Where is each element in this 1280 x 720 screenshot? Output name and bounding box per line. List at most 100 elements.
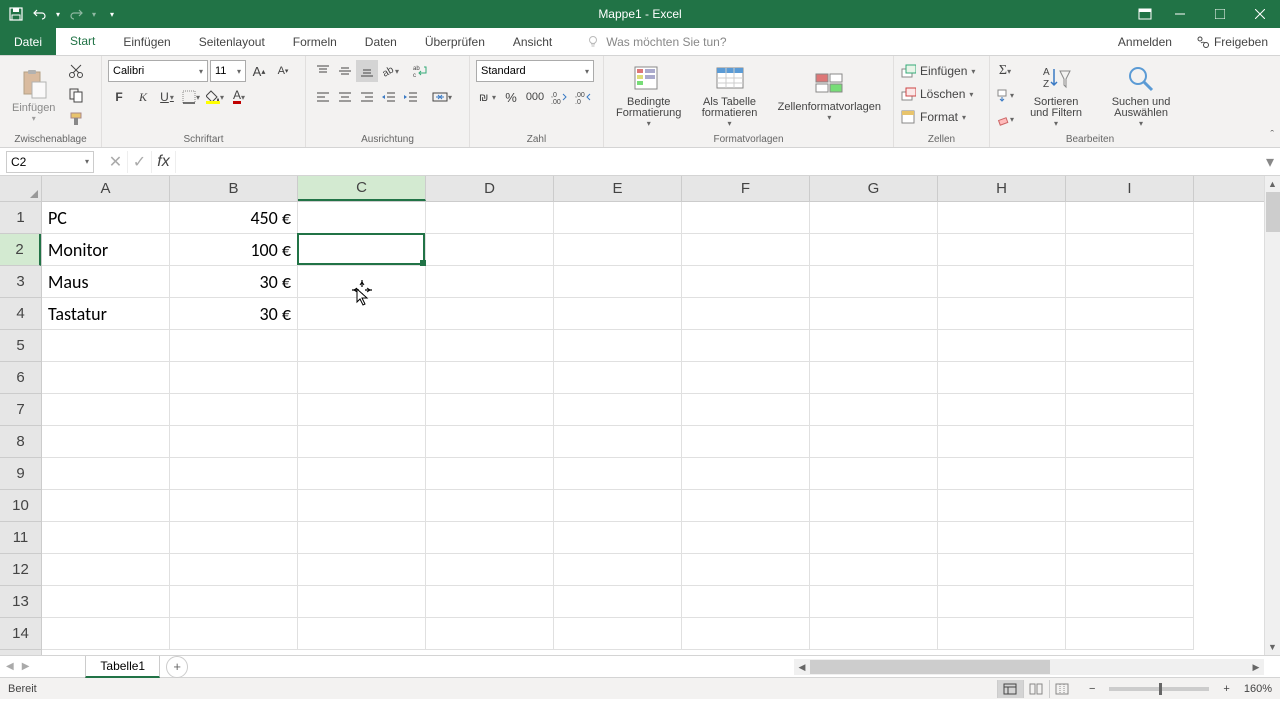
cell-D2[interactable]	[426, 234, 554, 266]
horizontal-scrollbar[interactable]: ◀ ▶	[794, 659, 1264, 675]
tab-einfügen[interactable]: Einfügen	[109, 28, 184, 55]
cell-I12[interactable]	[1066, 554, 1194, 586]
copy-button[interactable]	[65, 84, 87, 106]
cell-C5[interactable]	[298, 330, 426, 362]
cancel-formula-button[interactable]: ✕	[104, 151, 128, 173]
cell-G11[interactable]	[810, 522, 938, 554]
zoom-in-button[interactable]: +	[1219, 683, 1233, 695]
cell-C14[interactable]	[298, 618, 426, 650]
cell-H2[interactable]	[938, 234, 1066, 266]
cell-E14[interactable]	[554, 618, 682, 650]
cell-B6[interactable]	[170, 362, 298, 394]
fill-button[interactable]: ▾	[996, 84, 1014, 106]
align-left-button[interactable]	[312, 86, 334, 108]
tab-file[interactable]: Datei	[0, 28, 56, 55]
cell-E11[interactable]	[554, 522, 682, 554]
row-header-3[interactable]: 3	[0, 266, 41, 298]
maximize-button[interactable]	[1200, 0, 1240, 28]
cell-D4[interactable]	[426, 298, 554, 330]
cell-F6[interactable]	[682, 362, 810, 394]
conditional-formatting-button[interactable]: Bedingte Formatierung▾	[610, 60, 687, 130]
cut-button[interactable]	[65, 60, 87, 82]
scroll-up-button[interactable]: ▲	[1265, 176, 1280, 192]
sheet-nav-next-icon[interactable]: ▶	[22, 661, 30, 672]
row-header-5[interactable]: 5	[0, 330, 41, 362]
cell-H14[interactable]	[938, 618, 1066, 650]
wrap-text-button[interactable]: abc	[400, 60, 440, 82]
expand-formula-bar-icon[interactable]: ▾	[1260, 152, 1280, 172]
delete-cells-button[interactable]: Löschen▾	[900, 83, 973, 105]
cell-C7[interactable]	[298, 394, 426, 426]
column-header-A[interactable]: A	[42, 176, 170, 201]
cell-D12[interactable]	[426, 554, 554, 586]
cell-D9[interactable]	[426, 458, 554, 490]
scroll-left-button[interactable]: ◀	[794, 659, 810, 675]
borders-button[interactable]: ▾	[180, 86, 202, 108]
cell-F11[interactable]	[682, 522, 810, 554]
align-center-button[interactable]	[334, 86, 356, 108]
cell-F9[interactable]	[682, 458, 810, 490]
increase-font-button[interactable]: A▴	[248, 60, 270, 82]
cell-F5[interactable]	[682, 330, 810, 362]
cell-G8[interactable]	[810, 426, 938, 458]
cell-D13[interactable]	[426, 586, 554, 618]
cell-B11[interactable]	[170, 522, 298, 554]
font-size-select[interactable]: 11▾	[210, 60, 246, 82]
cell-H12[interactable]	[938, 554, 1066, 586]
zoom-slider[interactable]	[1109, 687, 1209, 691]
autosum-button[interactable]: Σ▾	[996, 60, 1014, 82]
cell-E6[interactable]	[554, 362, 682, 394]
cell-H1[interactable]	[938, 202, 1066, 234]
zoom-out-button[interactable]: −	[1085, 683, 1099, 695]
cell-G3[interactable]	[810, 266, 938, 298]
share-button[interactable]: Freigeben	[1184, 28, 1280, 55]
font-color-button[interactable]: A▾	[228, 86, 250, 108]
cell-G9[interactable]	[810, 458, 938, 490]
cell-D5[interactable]	[426, 330, 554, 362]
cell-B1[interactable]: 450 €	[170, 202, 298, 234]
cell-I7[interactable]	[1066, 394, 1194, 426]
row-header-4[interactable]: 4	[0, 298, 41, 330]
cell-E9[interactable]	[554, 458, 682, 490]
cell-A8[interactable]	[42, 426, 170, 458]
cell-A9[interactable]	[42, 458, 170, 490]
cell-E10[interactable]	[554, 490, 682, 522]
cell-B12[interactable]	[170, 554, 298, 586]
add-sheet-button[interactable]: +	[166, 656, 188, 678]
decrease-indent-button[interactable]	[378, 86, 400, 108]
cell-D8[interactable]	[426, 426, 554, 458]
clear-button[interactable]: ▾	[996, 108, 1014, 130]
cell-I10[interactable]	[1066, 490, 1194, 522]
column-header-G[interactable]: G	[810, 176, 938, 201]
cell-D1[interactable]	[426, 202, 554, 234]
cell-A11[interactable]	[42, 522, 170, 554]
minimize-button[interactable]	[1160, 0, 1200, 28]
cell-B8[interactable]	[170, 426, 298, 458]
cell-H9[interactable]	[938, 458, 1066, 490]
column-header-C[interactable]: C	[298, 176, 426, 201]
close-button[interactable]	[1240, 0, 1280, 28]
cell-D14[interactable]	[426, 618, 554, 650]
save-icon[interactable]	[8, 6, 24, 22]
horizontal-scroll-thumb[interactable]	[810, 660, 1050, 674]
cell-A5[interactable]	[42, 330, 170, 362]
comma-button[interactable]: 000	[524, 86, 546, 108]
cell-F13[interactable]	[682, 586, 810, 618]
vertical-scroll-thumb[interactable]	[1266, 192, 1280, 232]
cell-G13[interactable]	[810, 586, 938, 618]
cell-H5[interactable]	[938, 330, 1066, 362]
cell-B13[interactable]	[170, 586, 298, 618]
sort-filter-button[interactable]: AZ Sortieren und Filtern▾	[1018, 60, 1094, 130]
cell-A13[interactable]	[42, 586, 170, 618]
cell-F3[interactable]	[682, 266, 810, 298]
cell-F10[interactable]	[682, 490, 810, 522]
number-format-select[interactable]: Standard▾	[476, 60, 594, 82]
cell-A14[interactable]	[42, 618, 170, 650]
cell-C8[interactable]	[298, 426, 426, 458]
cell-A1[interactable]: PC	[42, 202, 170, 234]
increase-decimal-button[interactable]: ,0,00	[548, 86, 570, 108]
format-cells-button[interactable]: Format▾	[900, 106, 966, 128]
cell-F4[interactable]	[682, 298, 810, 330]
align-middle-button[interactable]	[334, 60, 356, 82]
tab-formeln[interactable]: Formeln	[279, 28, 351, 55]
